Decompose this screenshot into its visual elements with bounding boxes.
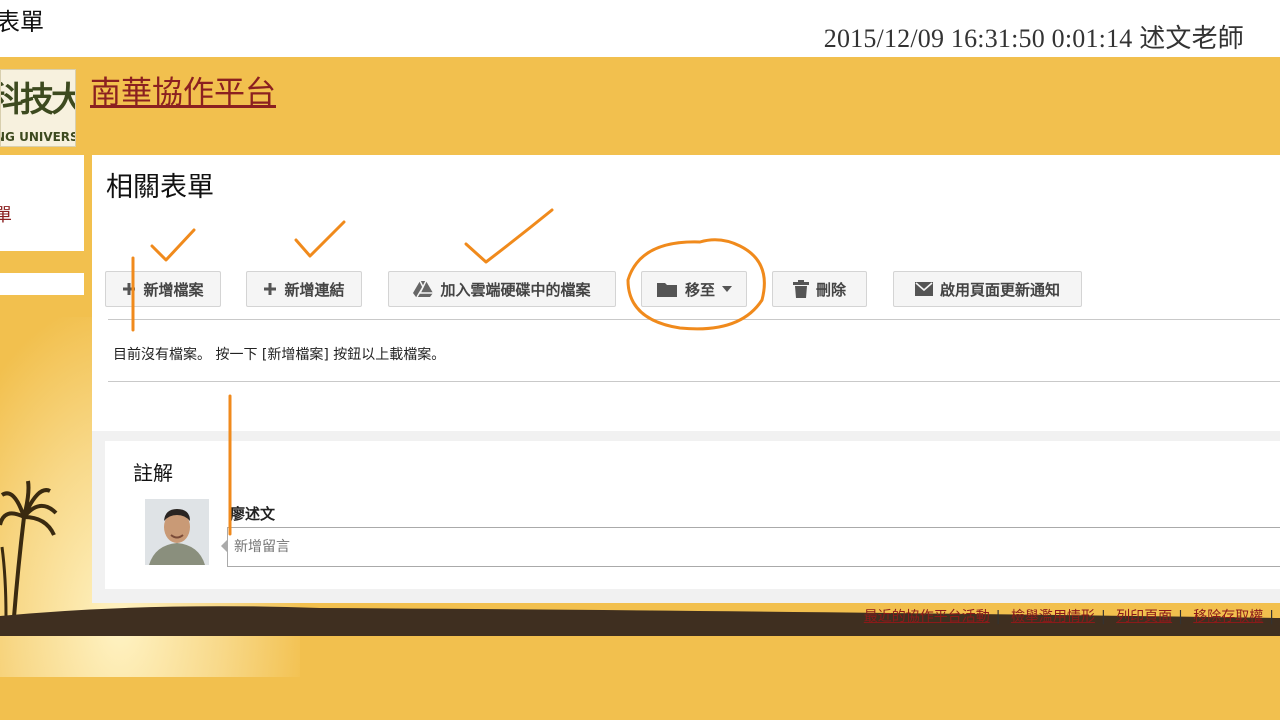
- page-title: 相關表單: [106, 172, 214, 203]
- add-file-button[interactable]: 新增檔案: [105, 271, 221, 307]
- comments-panel: 註解 廖述文: [105, 441, 1280, 589]
- report-abuse-link[interactable]: 檢舉濫用情形: [1011, 609, 1095, 625]
- enable-notifications-label: 啟用頁面更新通知: [939, 280, 1060, 299]
- site-title-link[interactable]: 南華協作平台: [90, 67, 276, 112]
- university-logo[interactable]: 科技大學 NG UNIVERSITY: [0, 69, 76, 147]
- plus-icon: [263, 282, 277, 296]
- sidebar-box: [0, 273, 84, 295]
- delete-button[interactable]: 刪除: [772, 271, 867, 307]
- remove-access-link[interactable]: 移除存取權: [1193, 609, 1263, 625]
- comments-section: 註解 廖述文: [92, 431, 1280, 603]
- add-link-label: 新增連結: [284, 280, 345, 299]
- recording-timestamp: 2015/12/09 16:31:50 0:01:14 述文老師: [823, 24, 1244, 53]
- divider: [108, 319, 1280, 320]
- recent-activity-link[interactable]: 最近的協作平台活動: [864, 609, 990, 625]
- sidebar-item-forms[interactable]: 單: [0, 201, 12, 227]
- top-strip: 表單 2015/12/09 16:31:50 0:01:14 述文老師: [0, 0, 1280, 57]
- sidebar-nav: 單: [0, 155, 84, 251]
- comment-input[interactable]: [227, 527, 1280, 567]
- add-link-button[interactable]: 新增連結: [246, 271, 362, 307]
- logo-chars: 科技大學: [1, 80, 75, 120]
- plus-icon: [122, 282, 136, 296]
- google-drive-icon: [413, 280, 434, 298]
- envelope-icon: [914, 282, 933, 296]
- move-to-button[interactable]: 移至: [641, 271, 747, 307]
- commenter-name: 廖述文: [230, 505, 276, 523]
- print-page-link[interactable]: 列印頁面: [1116, 609, 1172, 625]
- add-file-label: 新增檔案: [143, 280, 204, 299]
- add-drive-file-button[interactable]: 加入雲端硬碟中的檔案: [388, 271, 616, 307]
- main-content: 相關表單 新增檔案 新增連結 加入雲端硬碟中的檔案 移至 刪除 啟用頁面更新通知…: [92, 155, 1280, 603]
- enable-notifications-button[interactable]: 啟用頁面更新通知: [893, 271, 1082, 307]
- empty-files-message: 目前沒有檔案。 按一下 [新增檔案] 按鈕以上載檔案。: [113, 347, 446, 363]
- dropdown-arrow-icon: [722, 286, 732, 292]
- move-to-label: 移至: [684, 280, 715, 299]
- footer-links: 最近的協作平台活動 | 檢舉濫用情形 | 列印頁面 | 移除存取權 |: [863, 609, 1274, 625]
- comments-title: 註解: [133, 461, 173, 485]
- folder-icon: [656, 280, 678, 298]
- add-drive-file-label: 加入雲端硬碟中的檔案: [440, 280, 591, 299]
- delete-label: 刪除: [815, 280, 846, 299]
- page-label: 表單: [0, 8, 44, 36]
- avatar: [145, 499, 209, 565]
- divider: [108, 381, 1280, 382]
- trash-icon: [792, 280, 809, 298]
- logo-english: NG UNIVERSITY: [1, 130, 75, 144]
